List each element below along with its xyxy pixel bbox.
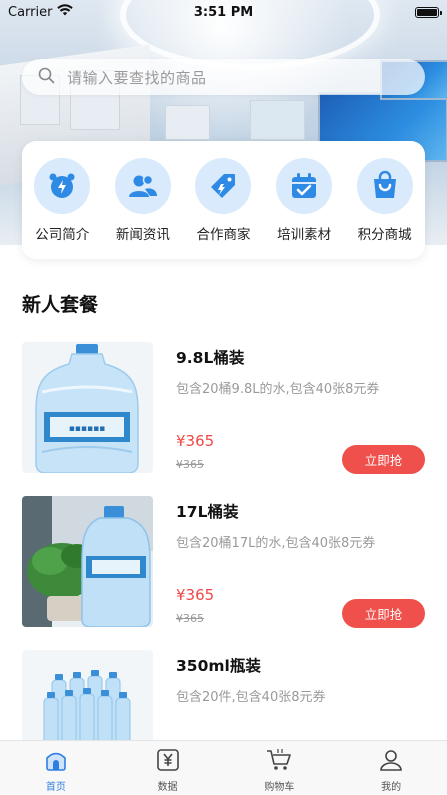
product-description: 包含20件,包含40张8元券 [176,690,326,705]
product-price: ¥365 [176,432,215,450]
banner-panel [165,105,210,140]
product-card[interactable]: 17L桶装 包含20桶17L的水,包含40张8元券 ¥365 ¥365 立即抢 [22,496,425,628]
user-icon [379,749,403,775]
tab-home[interactable]: 首页 [21,749,91,793]
product-name: 9.8L桶装 [176,349,245,367]
tab-label: 我的 [381,782,402,793]
tab-label: 数据 [157,782,178,793]
battery-icon [415,6,442,18]
product-image [22,496,153,627]
product-card[interactable]: 350ml瓶装 包含20件,包含40张8元券 [22,650,425,740]
tab-data[interactable]: 数据 [133,749,203,793]
home-icon [44,749,68,775]
tab-profile[interactable]: 我的 [356,749,426,793]
product-name: 17L桶装 [176,503,239,521]
banner-panel [250,100,305,140]
cart-icon [266,749,292,775]
nav-item-partners[interactable]: 合作商家 [184,158,262,243]
product-image [22,650,153,740]
alarm-clock-icon [34,158,91,214]
svg-text:▪▪▪▪▪▪: ▪▪▪▪▪▪ [69,424,106,434]
nav-label: 积分商城 [357,227,412,243]
bottom-tab-bar: 首页 数据 购物车 我的 [0,740,447,795]
tab-label: 购物车 [264,782,295,793]
tab-cart[interactable]: 购物车 [244,749,314,793]
quick-nav-card: 公司简介 新闻资讯 合作商家 培训素材 积分商城 [22,141,425,259]
product-original-price: ¥365 [176,612,204,625]
section-title: 新人套餐 [22,294,99,316]
shopping-bag-icon [356,158,413,214]
status-bar: Carrier 3:51 PM [0,0,447,24]
tag-icon [195,158,252,214]
product-description: 包含20桶17L的水,包含40张8元券 [176,536,376,551]
nav-item-points-mall[interactable]: 积分商城 [346,158,424,243]
search-icon [38,67,55,88]
tab-label: 首页 [45,782,66,793]
data-yen-icon [156,749,180,775]
product-image: ▪▪▪▪▪▪ [22,342,153,473]
product-original-price: ¥365 [176,458,204,471]
nav-label: 培训素材 [277,227,332,243]
nav-item-news[interactable]: 新闻资讯 [104,158,182,243]
nav-item-training[interactable]: 培训素材 [265,158,343,243]
users-icon [114,158,171,214]
search-placeholder: 请输入要查找的商品 [67,68,207,87]
nav-label: 合作商家 [196,227,251,243]
nav-item-company[interactable]: 公司简介 [23,158,101,243]
product-card[interactable]: ▪▪▪▪▪▪ 9.8L桶装 包含20桶9.8L的水,包含40张8元券 ¥365 … [22,342,425,474]
product-name: 350ml瓶装 [176,657,261,675]
search-bar[interactable]: 请输入要查找的商品 [22,59,425,95]
product-price: ¥365 [176,586,215,604]
buy-now-button[interactable]: 立即抢 [342,445,425,474]
nav-label: 公司简介 [35,227,90,243]
buy-now-button[interactable]: 立即抢 [342,599,425,628]
product-description: 包含20桶9.8L的水,包含40张8元券 [176,382,380,397]
clock: 3:51 PM [193,4,254,20]
nav-label: 新闻资讯 [115,227,170,243]
calendar-check-icon [276,158,333,214]
